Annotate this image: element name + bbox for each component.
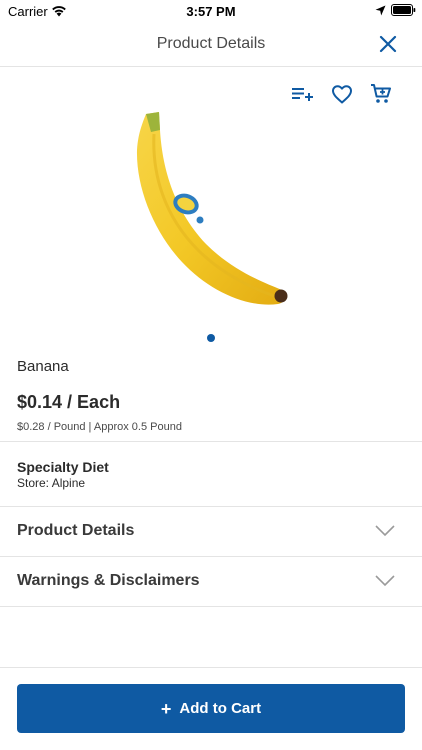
- product-price: $0.14 / Each: [17, 392, 121, 412]
- status-time: 3:57 PM: [186, 4, 236, 19]
- banana-image: [136, 112, 288, 305]
- close-icon: [379, 35, 397, 53]
- page-title: Product Details: [156, 35, 266, 52]
- accordion-label: Warnings & Disclaimers: [17, 572, 200, 589]
- product-name: Banana: [17, 358, 69, 375]
- specialty-diet-title: Specialty Diet: [17, 459, 109, 475]
- cart-button[interactable]: [369, 82, 393, 106]
- location-arrow-icon: [375, 5, 386, 16]
- battery-icon: [391, 4, 416, 16]
- chevron-down-icon: [375, 575, 395, 587]
- plus-icon: +: [160, 698, 172, 719]
- heart-icon: [332, 85, 352, 104]
- cart-icon: [371, 84, 391, 103]
- playlist-add-icon: [292, 88, 313, 101]
- store-label: Store: Alpine: [17, 476, 86, 490]
- warnings-disclaimers-accordion[interactable]: Warnings & Disclaimers: [0, 557, 422, 606]
- close-button[interactable]: [376, 32, 400, 56]
- divider: [0, 667, 422, 668]
- add-to-cart-label: Add to Cart: [179, 700, 262, 717]
- add-to-cart-button[interactable]: + Add to Cart: [17, 684, 405, 733]
- chevron-down-icon: [375, 525, 395, 537]
- product-details-accordion[interactable]: Product Details: [0, 507, 422, 556]
- image-pager-dot[interactable]: [207, 334, 215, 342]
- unit-price: $0.28 / Pound | Approx 0.5 Pound: [17, 421, 182, 433]
- favorite-button[interactable]: [330, 82, 354, 106]
- accordion-label: Product Details: [17, 522, 135, 539]
- divider: [0, 441, 422, 442]
- add-to-list-button[interactable]: [290, 82, 314, 106]
- divider: [0, 606, 422, 607]
- navigation-bar: Product Details: [0, 22, 422, 67]
- status-bar: Carrier 3:57 PM: [0, 0, 422, 22]
